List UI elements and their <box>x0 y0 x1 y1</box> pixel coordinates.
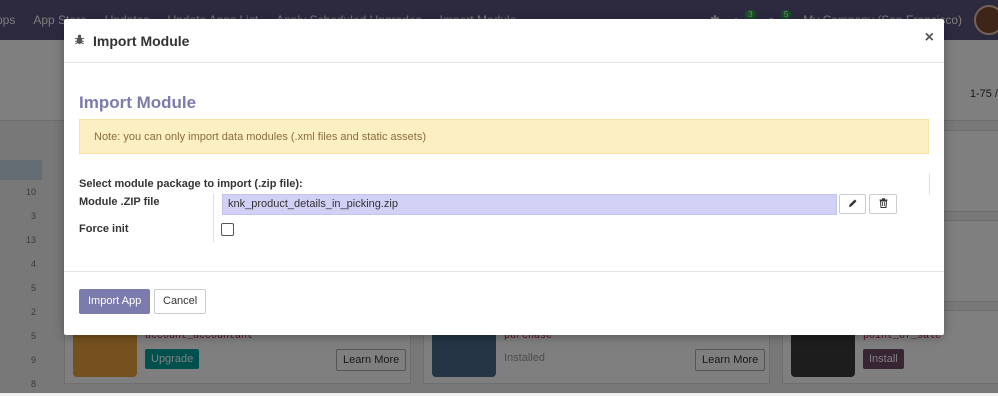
dialog-title: Import Module <box>93 32 190 49</box>
clear-file-button[interactable] <box>869 194 897 214</box>
divider <box>213 194 214 242</box>
bug-icon <box>74 34 85 48</box>
group-title: Select module package to import (.zip fi… <box>79 178 303 190</box>
form-heading: Import Module <box>79 93 197 112</box>
info-alert: Note: you can only import data modules (… <box>79 119 929 154</box>
dialog-header: Import Module <box>64 19 944 63</box>
force-init-checkbox[interactable] <box>221 223 234 236</box>
pencil-icon <box>848 197 858 211</box>
divider <box>929 174 930 194</box>
zip-file-label: Module .ZIP file <box>79 196 160 208</box>
cancel-button[interactable]: Cancel <box>154 289 207 314</box>
force-init-label: Force init <box>79 223 129 235</box>
import-app-button[interactable]: Import App <box>79 289 151 314</box>
trash-icon <box>879 197 888 211</box>
edit-file-button[interactable] <box>839 194 866 214</box>
zip-file-input[interactable]: knk_product_details_in_picking.zip <box>222 194 837 215</box>
import-module-dialog: Import Module × Import Module Note: you … <box>64 19 944 335</box>
dialog-footer: Import App Cancel <box>64 271 944 336</box>
close-icon[interactable]: × <box>925 29 934 47</box>
